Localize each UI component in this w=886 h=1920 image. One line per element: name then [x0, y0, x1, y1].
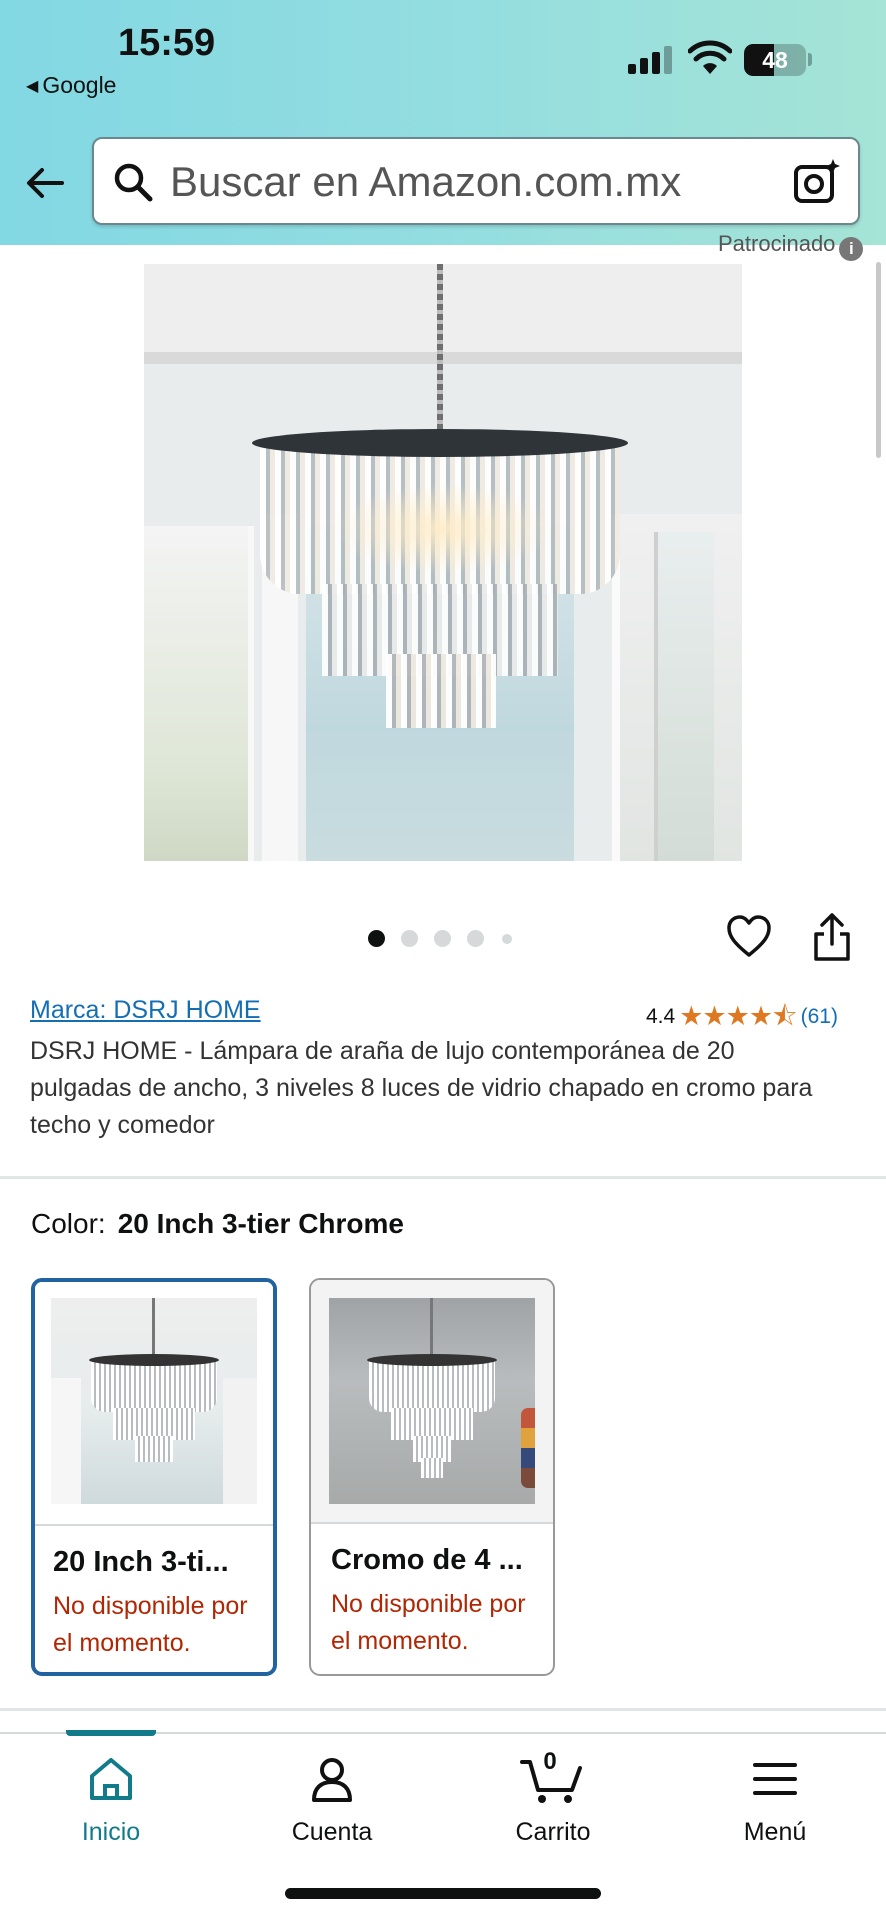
nav-cart[interactable]: 0 Carrito — [453, 1748, 653, 1847]
product-main-image[interactable] — [144, 264, 742, 861]
section-divider — [0, 1176, 886, 1179]
battery-indicator: 48 — [744, 44, 806, 76]
info-icon: i — [839, 237, 864, 261]
cart-icon: 0 — [520, 1748, 586, 1804]
search-input[interactable]: Buscar en Amazon.com.mx — [170, 158, 681, 206]
nav-home[interactable]: Inicio — [11, 1754, 211, 1847]
nav-label: Cuenta — [291, 1818, 373, 1846]
nav-label: Menú — [743, 1818, 807, 1846]
cart-count-badge: 0 — [543, 1748, 557, 1775]
gallery-scrollbar — [876, 262, 881, 458]
carousel-dot[interactable] — [368, 930, 385, 947]
color-option-cromo-4[interactable]: Cromo de 4 ... No disponible por el mome… — [309, 1278, 555, 1676]
app-header: 15:59 ◀ Google 48 Buscar en Amazon.com.mx — [0, 0, 886, 245]
nav-menu[interactable]: Menú — [675, 1754, 875, 1847]
camera-search-icon[interactable] — [792, 157, 842, 207]
color-option-name: Cromo de 4 ... — [331, 1544, 523, 1576]
color-option-thumbnail — [329, 1298, 535, 1504]
nav-label: Carrito — [515, 1818, 591, 1846]
wifi-icon — [688, 40, 732, 74]
color-option-thumbnail — [51, 1298, 257, 1504]
search-bar[interactable]: Buscar en Amazon.com.mx — [92, 137, 860, 225]
account-icon — [312, 1758, 352, 1802]
back-app-label: Google — [42, 72, 117, 98]
nav-label: Inicio — [81, 1818, 141, 1846]
back-triangle-icon: ◀ — [26, 78, 39, 95]
home-indicator[interactable] — [285, 1888, 601, 1899]
status-time: 15:59 — [118, 22, 216, 64]
back-arrow-icon[interactable] — [22, 160, 68, 206]
sponsored-text: Patrocinado — [718, 231, 836, 256]
search-icon — [114, 163, 153, 202]
carousel-dot[interactable] — [502, 934, 512, 944]
home-icon — [90, 1758, 132, 1800]
share-icon[interactable] — [810, 912, 854, 962]
battery-level: 48 — [762, 47, 788, 73]
availability-status: No disponible por el momento. — [331, 1590, 526, 1655]
carousel-dot[interactable] — [467, 930, 484, 947]
color-label: Color: — [31, 1208, 106, 1239]
color-option-name: 20 Inch 3-ti... — [53, 1546, 229, 1578]
star-rating-icon: ★★★★⯪ — [679, 1001, 797, 1031]
sponsored-label[interactable]: Patrocinado i — [718, 230, 864, 261]
wishlist-heart-icon[interactable] — [726, 914, 772, 960]
active-tab-indicator — [66, 1730, 156, 1736]
nav-account[interactable]: Cuenta — [232, 1754, 432, 1847]
menu-icon — [753, 1763, 797, 1795]
color-option-20-inch-3-tier[interactable]: 20 Inch 3-ti... No disponible por el mom… — [31, 1278, 277, 1676]
battery-nub — [808, 53, 812, 66]
section-divider — [0, 1708, 886, 1711]
rating-count[interactable]: (61) — [801, 1005, 838, 1028]
back-to-google-link[interactable]: ◀ Google — [26, 72, 116, 99]
cellular-signal-icon — [628, 46, 674, 74]
availability-status: No disponible por el momento. — [53, 1592, 248, 1657]
rating-value: 4.4 — [646, 1005, 676, 1028]
color-selector-label: Color: 20 Inch 3-tier Chrome — [31, 1208, 404, 1240]
selected-color-value: 20 Inch 3-tier Chrome — [117, 1208, 405, 1239]
brand-link[interactable]: Marca: DSRJ HOME — [30, 996, 261, 1025]
carousel-dot[interactable] — [434, 930, 451, 947]
product-title: DSRJ HOME - Lámpara de araña de lujo con… — [30, 1037, 813, 1139]
carousel-dot[interactable] — [401, 930, 418, 947]
